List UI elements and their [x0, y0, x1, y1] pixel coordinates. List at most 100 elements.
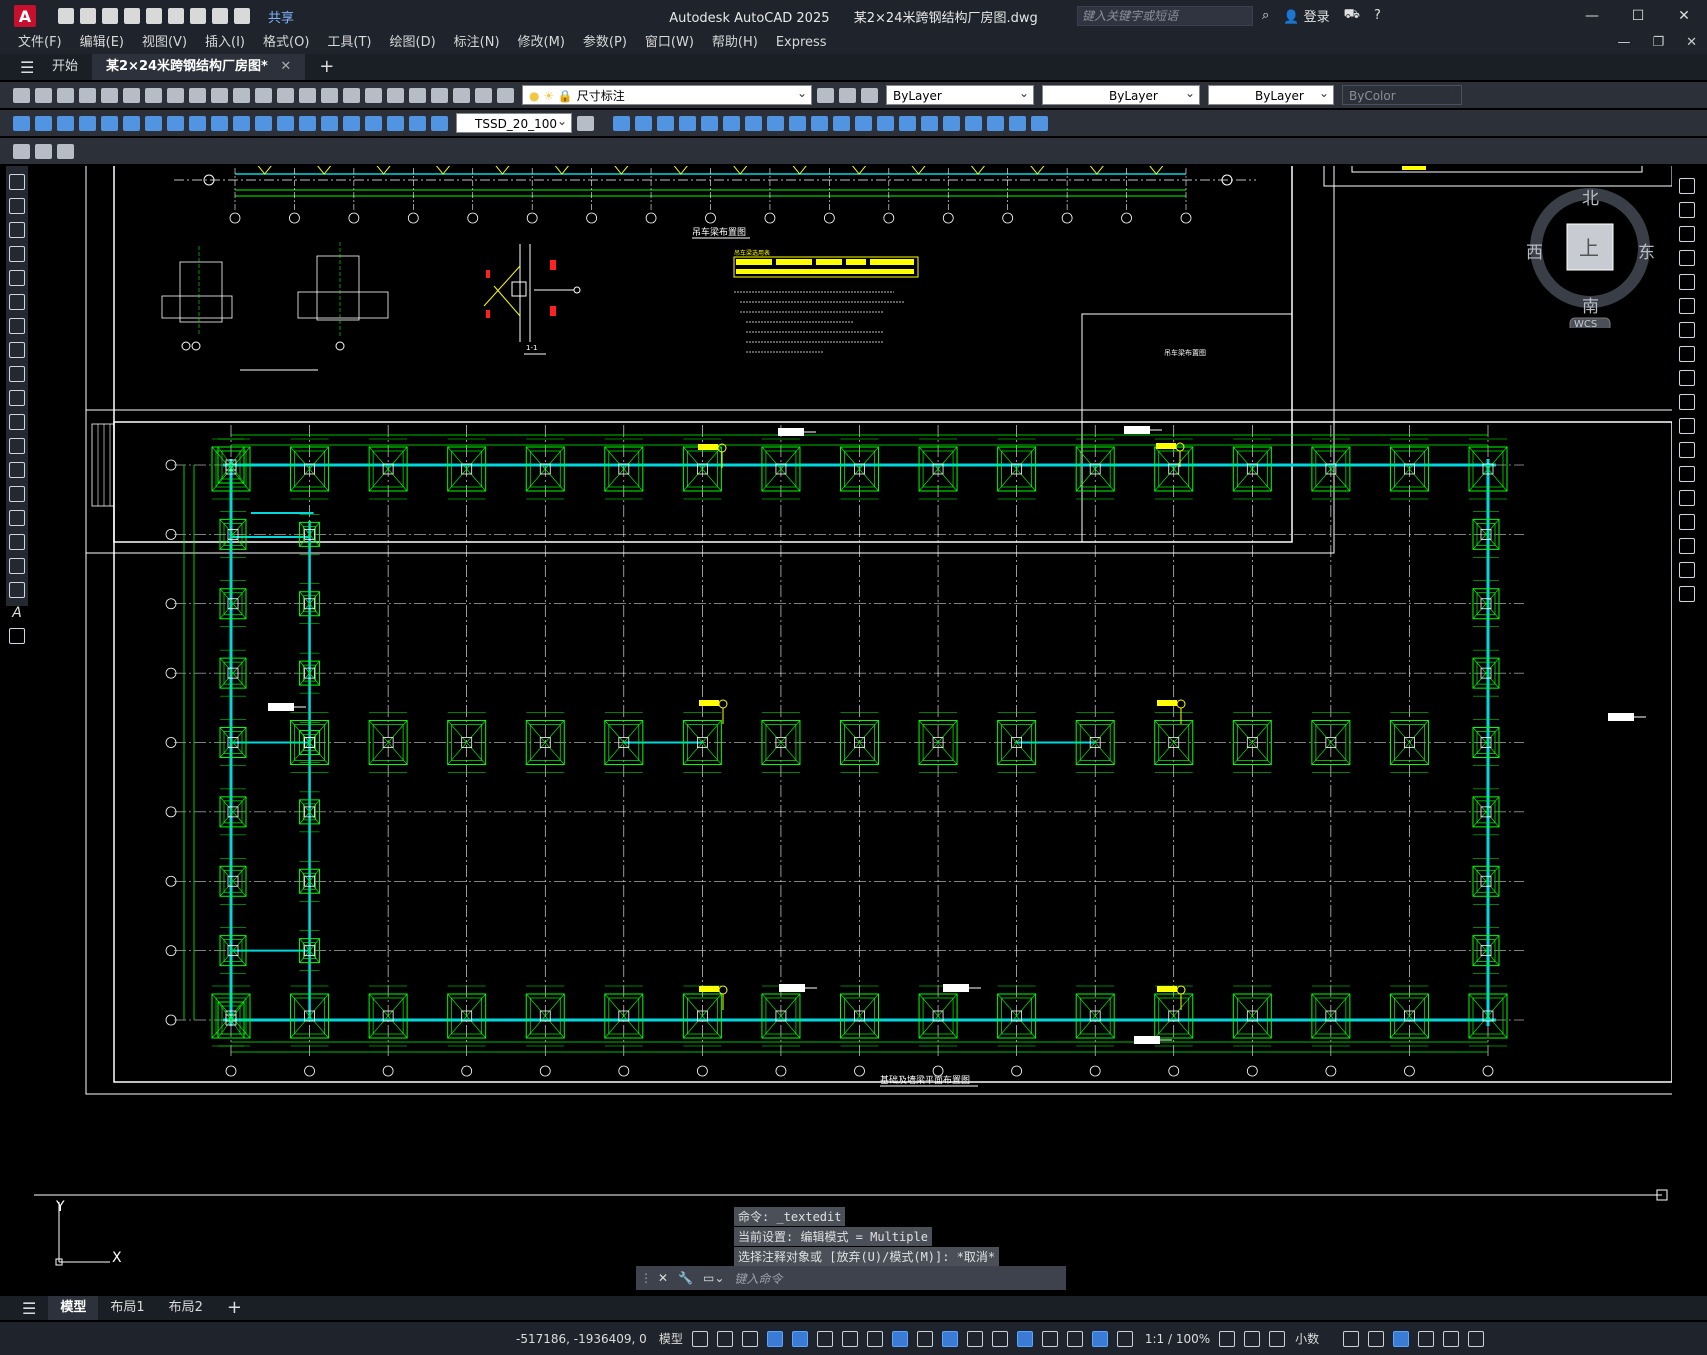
recent-commands-icon[interactable]: ▭⌄ — [703, 1271, 724, 1285]
viewcube-east[interactable]: 东 — [1638, 238, 1655, 263]
lineweight-display-icon[interactable] — [1269, 1330, 1286, 1347]
dim-edit-icon[interactable] — [387, 115, 404, 131]
trim-icon[interactable] — [1679, 394, 1695, 410]
view-bottom-icon[interactable] — [635, 115, 652, 131]
print-icon[interactable] — [190, 8, 206, 24]
plot-preview-icon[interactable] — [168, 8, 184, 24]
menu-view[interactable]: 视图(V) — [142, 32, 187, 54]
undo-icon[interactable] — [212, 8, 228, 24]
object-snap-icon[interactable] — [891, 1330, 908, 1347]
hamburger-menu-icon[interactable]: ☰ — [20, 58, 38, 77]
calculator-icon[interactable] — [453, 87, 470, 103]
menu-parametric[interactable]: 参数(P) — [583, 32, 627, 54]
tab-close-icon[interactable]: ✕ — [280, 59, 291, 74]
circle-icon[interactable] — [9, 318, 25, 334]
dim-continue-icon[interactable] — [233, 115, 250, 131]
undo-icon[interactable] — [233, 87, 250, 103]
dim-jogged-icon[interactable] — [123, 115, 140, 131]
close-cmd-icon[interactable]: ✕ — [658, 1271, 668, 1285]
viewcube-top-face[interactable]: 上 — [1579, 232, 1599, 261]
ucs-z-icon[interactable] — [1009, 115, 1026, 131]
erase-icon[interactable] — [1679, 178, 1695, 194]
menu-help[interactable]: 帮助(H) — [712, 32, 758, 54]
ucs-object-icon[interactable] — [943, 115, 960, 131]
ortho-icon[interactable] — [791, 1330, 808, 1347]
table-edit-icon[interactable] — [35, 143, 52, 159]
search-icon[interactable]: ⌕ — [1262, 8, 1269, 23]
annotation-scale[interactable]: 1:1 / 100% — [1145, 1332, 1210, 1346]
transparency-icon[interactable] — [941, 1330, 958, 1347]
ucs-view-icon[interactable] — [965, 115, 982, 131]
ucs-origin-icon[interactable] — [987, 115, 1004, 131]
inspection-icon[interactable] — [343, 115, 360, 131]
lineweight-dropdown[interactable]: ByLayer — [1208, 83, 1334, 105]
customization-icon[interactable] — [1468, 1330, 1485, 1347]
spline-icon[interactable] — [9, 366, 25, 382]
layer-match-icon[interactable] — [57, 143, 74, 159]
preview-icon[interactable] — [101, 87, 118, 103]
lock-ui-icon[interactable] — [1368, 1330, 1385, 1347]
menu-express[interactable]: Express — [776, 32, 827, 54]
line-icon[interactable] — [9, 174, 25, 190]
dim-update-icon[interactable] — [431, 115, 448, 131]
layer-dropdown[interactable]: ● ☀ 🔒 尺寸标注 — [522, 83, 812, 105]
cart-icon[interactable]: ⛟ — [1344, 7, 1360, 24]
dim-diameter-icon[interactable] — [145, 115, 162, 131]
doc-minimize-button[interactable]: — — [1617, 32, 1630, 54]
ucs-face-icon[interactable] — [921, 115, 938, 131]
tolerance-icon[interactable] — [299, 115, 316, 131]
plot-icon[interactable] — [79, 87, 96, 103]
plotstyle-dropdown[interactable]: ByColor — [1342, 83, 1462, 105]
tool-palette-icon[interactable] — [409, 87, 426, 103]
hatch-icon[interactable] — [9, 510, 25, 526]
blend-icon[interactable] — [1679, 562, 1695, 578]
help-icon[interactable]: ? — [1374, 8, 1381, 23]
zoom-window-icon[interactable] — [321, 87, 338, 103]
color-dropdown[interactable]: ByLayer — [886, 83, 1034, 105]
cut-icon[interactable] — [145, 87, 162, 103]
table-icon[interactable] — [9, 582, 25, 598]
annotation-monitor-icon[interactable] — [1244, 1330, 1261, 1347]
dim-linear-icon[interactable] — [13, 115, 30, 131]
extend-icon[interactable] — [1679, 418, 1695, 434]
model-space-toggle[interactable]: 模型 — [659, 1330, 683, 1347]
tab-model[interactable]: 模型 — [48, 1296, 99, 1320]
viewcube-south[interactable]: 南 — [1582, 292, 1599, 317]
units-display[interactable]: 小数 — [1295, 1330, 1319, 1347]
ellipse-icon[interactable] — [9, 390, 25, 406]
design-center-icon[interactable] — [387, 87, 404, 103]
view-ne-icon[interactable] — [789, 115, 806, 131]
ucs-world-icon[interactable] — [877, 115, 894, 131]
array-icon[interactable] — [1679, 274, 1695, 290]
view-se-icon[interactable] — [767, 115, 784, 131]
make-current-icon[interactable] — [817, 87, 834, 103]
dim-baseline-icon[interactable] — [211, 115, 228, 131]
mirror-icon[interactable] — [1679, 226, 1695, 242]
menu-format[interactable]: 格式(O) — [263, 32, 309, 54]
close-button[interactable]: ✕ — [1661, 0, 1707, 32]
selection-cycling-icon[interactable] — [966, 1330, 983, 1347]
dim-break-icon[interactable] — [277, 115, 294, 131]
doc-close-button[interactable]: ✕ — [1686, 32, 1697, 54]
clean-screen-icon[interactable] — [1443, 1330, 1460, 1347]
copy-object-icon[interactable] — [1679, 202, 1695, 218]
search-input[interactable]: 键入关键字或短语 — [1077, 6, 1253, 26]
quick-properties-icon[interactable] — [1343, 1330, 1360, 1347]
point-icon[interactable] — [9, 486, 25, 502]
menu-edit[interactable]: 编辑(E) — [80, 32, 124, 54]
dynamic-ucs-icon[interactable] — [1016, 1330, 1033, 1347]
sheet-set-icon[interactable] — [431, 87, 448, 103]
rotate-icon[interactable] — [1679, 322, 1695, 338]
command-input[interactable]: 键入命令 — [734, 1270, 782, 1287]
polar-icon[interactable] — [816, 1330, 833, 1347]
grip-icon[interactable]: ⋮ — [640, 1271, 652, 1285]
menu-file[interactable]: 文件(F) — [18, 32, 62, 54]
view-left-icon[interactable] — [657, 115, 674, 131]
match-prop-icon[interactable] — [211, 87, 228, 103]
tab-layout1[interactable]: 布局1 — [98, 1296, 156, 1320]
break-icon[interactable] — [1679, 466, 1695, 482]
snap-icon[interactable] — [716, 1330, 733, 1347]
view-nw-icon[interactable] — [811, 115, 828, 131]
revision-cloud-icon[interactable] — [9, 342, 25, 358]
new-tab-button[interactable]: + — [305, 54, 348, 80]
